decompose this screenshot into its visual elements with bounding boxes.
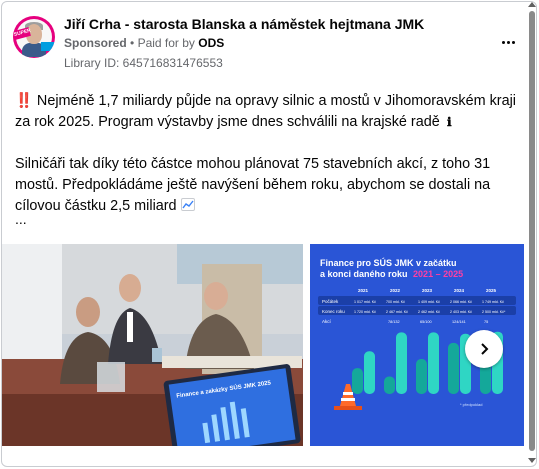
page-avatar[interactable]: SUPER bbox=[13, 16, 55, 58]
vertical-scrollbar[interactable] bbox=[526, 0, 538, 469]
meta-separator: • bbox=[130, 36, 135, 50]
end-value: 1 720 mld. Kč bbox=[354, 310, 376, 314]
bar-end bbox=[428, 332, 439, 394]
start-value: 1 017 mld. Kč bbox=[354, 300, 376, 304]
year-label: 2023 bbox=[422, 288, 433, 293]
scroll-down-arrow-icon[interactable] bbox=[528, 458, 536, 463]
chevron-right-icon bbox=[481, 343, 489, 355]
end-value: 2 462 mld. Kč bbox=[418, 310, 440, 314]
start-value: 700 mld. Kč bbox=[386, 300, 405, 304]
row-end-label: Konec roku bbox=[322, 309, 345, 314]
start-value: 1 409 mld. Kč bbox=[418, 300, 440, 304]
post-paragraph-1: ‼️ Nejméně 1,7 miliardy půjde na opravy … bbox=[15, 91, 525, 133]
slide-title-years: 2021 – 2025 bbox=[413, 269, 463, 279]
bar-start bbox=[352, 368, 363, 394]
page-name-link[interactable]: Jiří Crha - starosta Blanska a náměstek … bbox=[64, 16, 424, 32]
carousel-next-button[interactable] bbox=[465, 330, 503, 368]
start-value: 2 066 mld. Kč bbox=[450, 300, 472, 304]
row-count-label: Akcí bbox=[322, 319, 332, 324]
start-value: 1 749 mld. Kč bbox=[482, 300, 504, 304]
slide-title-line-2: a konci daného roku bbox=[320, 269, 408, 279]
year-label: 2021 bbox=[358, 288, 369, 293]
sponsored-post-card: SUPER Jiří Crha - starosta Blanska a nám… bbox=[1, 1, 537, 467]
info-icon: ℹ bbox=[443, 116, 455, 129]
end-value: 2 403 mld. Kč bbox=[450, 310, 472, 314]
more-options-button[interactable] bbox=[498, 32, 518, 52]
post-paragraph-2: Silničáři tak díky této částce mohou plá… bbox=[15, 154, 525, 217]
bar-start bbox=[448, 342, 459, 394]
end-value: 2 500 mld. Kč* bbox=[482, 310, 506, 314]
row-start-label: Počátek bbox=[322, 299, 339, 304]
post-paragraph-2-text: Silničáři tak díky této částce mohou plá… bbox=[15, 156, 491, 214]
post-paragraph-1-text: Nejméně 1,7 miliardy půjde na opravy sil… bbox=[15, 93, 517, 130]
sponsored-meta: Sponsored • Paid for by ODS bbox=[64, 36, 224, 50]
scrollbar-thumb[interactable] bbox=[529, 11, 535, 451]
media-carousel: Finance a zakázky SÚS JMK 2025 Finance p… bbox=[2, 244, 536, 446]
bar-end bbox=[364, 351, 375, 394]
year-label: 2024 bbox=[454, 288, 465, 293]
year-label: 2025 bbox=[486, 288, 497, 293]
more-dots-icon bbox=[501, 40, 505, 44]
library-id: Library ID: 645716831476553 bbox=[64, 56, 223, 70]
bar-start bbox=[416, 359, 427, 394]
end-value: 2 467 mld. Kč bbox=[386, 310, 408, 314]
slide-footnote: * předpoklad bbox=[460, 402, 482, 407]
bar-end bbox=[396, 332, 407, 394]
count-value: 78/132 bbox=[388, 320, 400, 324]
press-conference-photo: Finance a zakázky SÚS JMK 2025 bbox=[2, 244, 303, 446]
post-text: ‼️ Nejméně 1,7 miliardy půjde na opravy … bbox=[15, 91, 525, 217]
count-value: 65/100 bbox=[420, 320, 432, 324]
count-value: 75 bbox=[484, 320, 488, 324]
scroll-up-arrow-icon[interactable] bbox=[528, 2, 536, 7]
paid-for-name[interactable]: ODS bbox=[198, 36, 224, 50]
bar-start bbox=[384, 376, 395, 394]
paid-for-prefix: Paid for by bbox=[137, 36, 195, 50]
carousel-photo-press-conference[interactable]: Finance a zakázky SÚS JMK 2025 bbox=[2, 244, 303, 446]
svg-text:a konci daného roku: a konci daného roku 2021 – 2025 bbox=[320, 269, 463, 279]
chart-increasing-icon bbox=[180, 198, 195, 211]
count-value: 124/141 bbox=[452, 320, 466, 324]
sponsored-label[interactable]: Sponsored bbox=[64, 36, 127, 50]
year-label: 2022 bbox=[390, 288, 401, 293]
see-more-ellipsis[interactable]: ... bbox=[15, 211, 27, 227]
double-exclamation-icon: ‼️ bbox=[15, 93, 33, 109]
slide-title-line-1: Finance pro SÚS JMK v začátku bbox=[320, 257, 457, 268]
